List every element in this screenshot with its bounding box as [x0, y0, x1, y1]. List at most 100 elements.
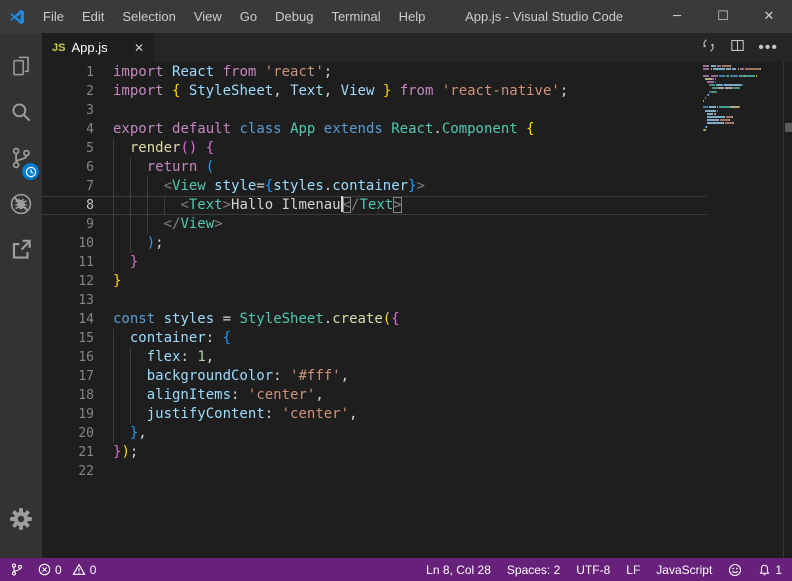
menu-file[interactable]: File	[34, 0, 73, 33]
tab-close-icon[interactable]: ✕	[134, 41, 144, 55]
line-number[interactable]: 12	[42, 272, 113, 291]
code-line[interactable]: 2import { StyleSheet, Text, View } from …	[42, 82, 707, 101]
more-actions-icon[interactable]: •••	[758, 43, 778, 53]
code-text: import { StyleSheet, Text, View } from '…	[113, 82, 568, 101]
line-number[interactable]: 9	[42, 215, 113, 234]
code-text: flex: 1,	[113, 348, 214, 367]
code-line[interactable]: 6 return (	[42, 158, 707, 177]
line-number[interactable]: 5	[42, 139, 113, 158]
notifications-bell[interactable]: 1	[758, 563, 782, 577]
code-line[interactable]: 20 },	[42, 424, 707, 443]
line-number[interactable]: 2	[42, 82, 113, 101]
line-number[interactable]: 18	[42, 386, 113, 405]
maximize-button[interactable]: ☐	[700, 0, 746, 33]
title-bar: File Edit Selection View Go Debug Termin…	[0, 0, 792, 33]
indent-guide	[113, 177, 114, 196]
overview-ruler-divider	[783, 62, 784, 558]
line-number[interactable]: 17	[42, 367, 113, 386]
code-line[interactable]: 12}	[42, 272, 707, 291]
error-count: 0	[55, 563, 62, 577]
code-lines: 1import React from 'react';2import { Sty…	[42, 63, 707, 481]
indent-guide	[113, 424, 114, 443]
code-editor[interactable]: 1import React from 'react';2import { Sty…	[42, 62, 792, 558]
indentation-setting[interactable]: Spaces: 2	[507, 563, 560, 577]
close-button[interactable]: ✕	[746, 0, 792, 33]
line-number[interactable]: 14	[42, 310, 113, 329]
language-mode[interactable]: JavaScript	[656, 563, 712, 577]
code-text: import React from 'react';	[113, 63, 332, 82]
indent-guide	[130, 196, 131, 215]
settings-gear-icon[interactable]	[0, 496, 42, 542]
line-number[interactable]: 16	[42, 348, 113, 367]
code-line[interactable]: 4export default class App extends React.…	[42, 120, 707, 139]
code-line[interactable]: 9 </View>	[42, 215, 707, 234]
indent-guide	[113, 234, 114, 253]
menu-help[interactable]: Help	[390, 0, 435, 33]
encoding-setting[interactable]: UTF-8	[576, 563, 610, 577]
code-line[interactable]: 17 backgroundColor: '#fff',	[42, 367, 707, 386]
code-line[interactable]: 16 flex: 1,	[42, 348, 707, 367]
code-text: render() {	[113, 139, 214, 158]
minimize-button[interactable]: ─	[654, 0, 700, 33]
warning-icon	[72, 563, 86, 576]
explorer-icon[interactable]	[0, 43, 42, 89]
line-number[interactable]: 11	[42, 253, 113, 272]
extensions-icon[interactable]	[0, 227, 42, 273]
code-text: container: {	[113, 329, 231, 348]
code-line[interactable]: 11 }	[42, 253, 707, 272]
git-branch-icon[interactable]	[10, 562, 24, 577]
eol-setting[interactable]: LF	[626, 563, 640, 577]
menu-selection[interactable]: Selection	[113, 0, 184, 33]
line-number[interactable]: 3	[42, 101, 113, 120]
code-line[interactable]: 3	[42, 101, 707, 120]
line-number[interactable]: 1	[42, 63, 113, 82]
window-controls: ─ ☐ ✕	[654, 0, 792, 33]
debug-icon[interactable]	[0, 181, 42, 227]
code-line[interactable]: 15 container: {	[42, 329, 707, 348]
source-control-icon[interactable]	[0, 135, 42, 181]
line-number[interactable]: 6	[42, 158, 113, 177]
code-line[interactable]: 1import React from 'react';	[42, 63, 707, 82]
split-editor-icon[interactable]	[729, 37, 746, 59]
line-number[interactable]: 22	[42, 462, 113, 481]
line-number[interactable]: 7	[42, 177, 113, 196]
code-line[interactable]: 5 render() {	[42, 139, 707, 158]
tab-appjs[interactable]: JS App.js ✕	[42, 33, 154, 62]
line-number[interactable]: 19	[42, 405, 113, 424]
code-text: export default class App extends React.C…	[113, 120, 535, 139]
line-number[interactable]: 15	[42, 329, 113, 348]
line-number[interactable]: 8	[42, 196, 113, 215]
bell-icon	[758, 563, 771, 577]
code-text: backgroundColor: '#fff',	[113, 367, 349, 386]
code-line[interactable]: 21});	[42, 443, 707, 462]
code-line[interactable]: 13	[42, 291, 707, 310]
code-line[interactable]: 22	[42, 462, 707, 481]
indent-guide	[113, 139, 114, 158]
problems-indicator[interactable]: 0 0	[38, 563, 96, 577]
line-number[interactable]: 10	[42, 234, 113, 253]
menu-go[interactable]: Go	[231, 0, 266, 33]
code-text: justifyContent: 'center',	[113, 405, 357, 424]
code-line[interactable]: 19 justifyContent: 'center',	[42, 405, 707, 424]
menu-view[interactable]: View	[185, 0, 231, 33]
line-number[interactable]: 21	[42, 443, 113, 462]
tab-label: App.js	[71, 40, 133, 55]
menu-terminal[interactable]: Terminal	[322, 0, 389, 33]
menu-debug[interactable]: Debug	[266, 0, 322, 33]
code-line[interactable]: 14const styles = StyleSheet.create({	[42, 310, 707, 329]
code-line[interactable]: 8 <Text>Hallo Ilmenau</Text>	[42, 196, 707, 215]
search-icon[interactable]	[0, 89, 42, 135]
line-number[interactable]: 13	[42, 291, 113, 310]
code-text: <View style={styles.container}>	[113, 177, 425, 196]
feedback-smiley-icon[interactable]	[728, 563, 742, 577]
menu-edit[interactable]: Edit	[73, 0, 113, 33]
code-line[interactable]: 10 );	[42, 234, 707, 253]
code-line[interactable]: 18 alignItems: 'center',	[42, 386, 707, 405]
minimap[interactable]	[703, 65, 769, 135]
code-line[interactable]: 7 <View style={styles.container}>	[42, 177, 707, 196]
open-changes-icon[interactable]	[700, 37, 717, 59]
indent-guide	[113, 348, 114, 367]
line-number[interactable]: 4	[42, 120, 113, 139]
cursor-position[interactable]: Ln 8, Col 28	[426, 563, 491, 577]
line-number[interactable]: 20	[42, 424, 113, 443]
